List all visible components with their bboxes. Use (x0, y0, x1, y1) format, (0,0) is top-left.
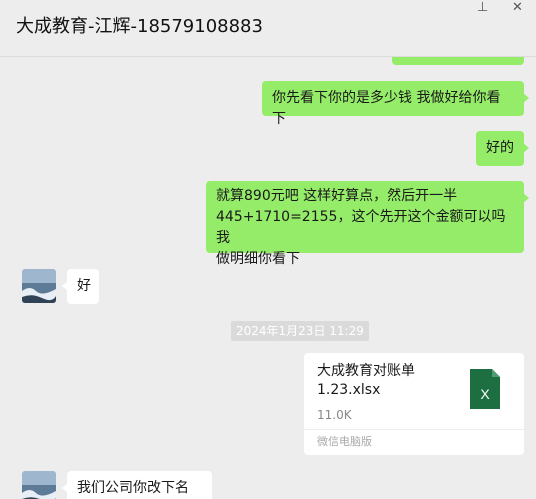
close-icon[interactable]: ✕ (512, 0, 523, 15)
contact-avatar[interactable] (22, 269, 56, 303)
message-bubble[interactable]: 好 (62, 269, 99, 304)
pin-icon[interactable]: ⊥ (477, 0, 488, 15)
avatar-image (22, 269, 56, 303)
message-bubble[interactable]: 你先看下你的是多少钱 我做好给你看下 (262, 81, 529, 127)
file-name-line: 1.23.xlsx (317, 382, 381, 398)
file-name: 大成教育对账单 1.23.xlsx (317, 362, 457, 400)
timestamp: 2024年1月23日 11:29 (231, 321, 369, 341)
message-line: 就算890元吧 这样好算点，然后开一半 (216, 188, 458, 204)
excel-icon-letter: X (480, 386, 490, 402)
chat-area[interactable]: 你先看下你的是多少钱 我做好给你看下 好的 就算890元吧 这样好算点，然后开一… (0, 57, 536, 499)
message-bubble[interactable]: 我们公司你改下名字 (62, 471, 212, 499)
contact-avatar[interactable] (22, 471, 56, 499)
divider (304, 429, 524, 430)
message-line: 445+1710=2155，这个先开这个金额可以吗 我 (216, 209, 506, 246)
message-line: 做明细你看下 (216, 251, 300, 267)
file-name-line: 大成教育对账单 (317, 363, 415, 379)
file-source: 微信电脑版 (317, 435, 372, 448)
message-bubble[interactable]: 好的 (476, 131, 529, 166)
message-bubble[interactable]: 就算890元吧 这样好算点，然后开一半 445+1710=2155，这个先开这个… (206, 181, 529, 267)
message-bubble-partial[interactable] (392, 57, 524, 65)
file-size: 11.0K (317, 408, 352, 422)
file-message[interactable]: 大成教育对账单 1.23.xlsx X 11.0K 微信电脑版 (304, 353, 524, 455)
avatar-image (22, 471, 56, 499)
chat-title: 大成教育-江辉-18579108883 (16, 16, 263, 37)
chat-header: 大成教育-江辉-18579108883 ⊥ ✕ (0, 0, 536, 57)
excel-file-icon: X (470, 369, 500, 409)
